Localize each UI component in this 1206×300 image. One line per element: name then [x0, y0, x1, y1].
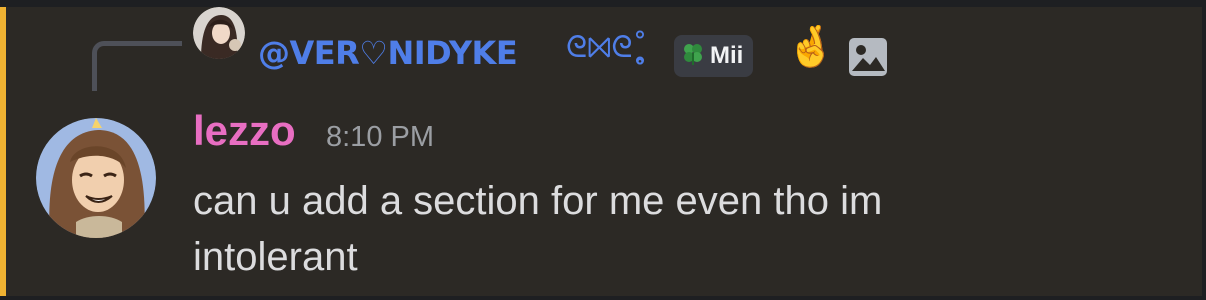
clan-tag-label: Mii: [710, 42, 744, 69]
mention-highlight-bar: [0, 7, 6, 296]
crossed-fingers-emoji: 🤞: [786, 24, 836, 70]
chat-frame: @VER♡NIDYKE ᘓ⨝ᘓ˳̥̊ Mii 🤞 lezzo 8:10 PM c…: [0, 0, 1206, 300]
image-icon[interactable]: [848, 37, 888, 77]
clan-tag[interactable]: Mii: [674, 35, 754, 77]
clover-icon: [680, 41, 706, 71]
message-content: can u add a section for me even tho im i…: [193, 179, 883, 279]
reply-avatar[interactable]: [193, 7, 245, 59]
reply-author-name[interactable]: @VER♡NIDYKE: [258, 34, 518, 72]
author-username[interactable]: lezzo: [193, 107, 296, 155]
chat-message: @VER♡NIDYKE ᘓ⨝ᘓ˳̥̊ Mii 🤞 lezzo 8:10 PM c…: [0, 7, 1202, 296]
author-avatar[interactable]: [36, 118, 156, 238]
message-timestamp[interactable]: 8:10 PM: [326, 121, 434, 154]
reply-name-decoration: ᘓ⨝ᘓ˳̥̊: [566, 30, 648, 65]
reply-connector: [92, 41, 182, 91]
